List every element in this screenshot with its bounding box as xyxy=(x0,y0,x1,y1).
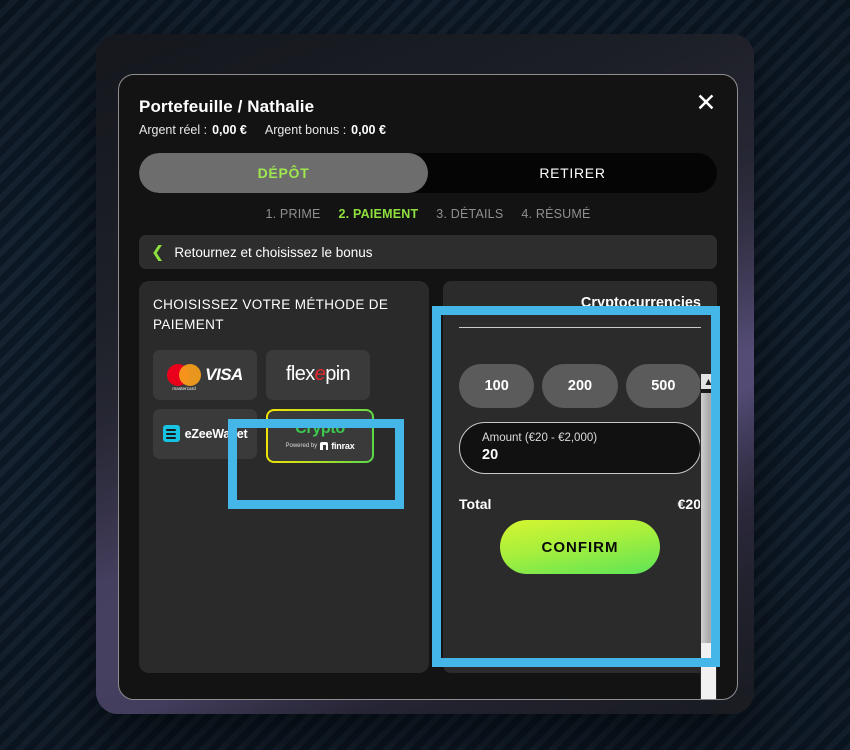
crypto-wordmark: Crypto xyxy=(295,420,345,437)
back-to-bonus-bar[interactable]: ❮ Retournez et choisissez le bonus xyxy=(139,235,717,269)
balance-real-value: 0,00 € xyxy=(212,123,247,137)
payment-method-flexepin[interactable]: flexepin xyxy=(266,349,370,400)
amount-input[interactable]: Amount (€20 - €2,000) 20 xyxy=(459,422,701,474)
balance-real: Argent réel : 0,00 € xyxy=(139,121,247,139)
amount-input-value: 20 xyxy=(482,447,499,464)
balance-bonus: Argent bonus : 0,00 € xyxy=(265,121,386,139)
step-summary[interactable]: 4. RÉSUMÉ xyxy=(521,207,590,221)
scrollbar-up-button[interactable]: ▲ xyxy=(701,374,716,389)
preset-amount-group: 100 200 500 xyxy=(459,364,701,408)
scrollbar-thumb[interactable] xyxy=(701,393,716,643)
tab-withdraw[interactable]: RETIRER xyxy=(428,153,717,193)
flexepin-part1: flex xyxy=(285,363,315,385)
flexepin-logo: flexepin xyxy=(285,363,351,386)
panel-divider xyxy=(459,327,701,328)
scrollbar-track[interactable] xyxy=(701,389,716,699)
total-row: Total €20 xyxy=(459,496,701,512)
total-label: Total xyxy=(459,496,492,512)
flexepin-part2: pin xyxy=(325,363,351,385)
total-value: €20 xyxy=(677,496,701,512)
preset-amount-500[interactable]: 500 xyxy=(625,364,701,408)
payment-content: CHOISISSEZ VOTRE MÉTHODE DE PAIEMENT mas… xyxy=(139,281,717,673)
confirm-button[interactable]: CONFIRM xyxy=(500,520,660,574)
scrollbar-thumb-lower[interactable] xyxy=(701,643,716,699)
payment-methods-heading: CHOISISSEZ VOTRE MÉTHODE DE PAIEMENT xyxy=(153,297,389,333)
amount-input-label: Amount (€20 - €2,000) xyxy=(482,432,598,445)
crypto-panel-title: Cryptocurrencies xyxy=(580,295,701,311)
balance-row: Argent réel : 0,00 € Argent bonus : 0,00 € xyxy=(139,121,717,139)
finrax-wordmark: finrax xyxy=(331,441,355,451)
ezeewallet-wordmark: eZeeWallet xyxy=(184,426,248,441)
payment-method-crypto[interactable]: Crypto Powered by finrax xyxy=(268,410,372,461)
step-bonus[interactable]: 1. PRIME xyxy=(265,207,320,221)
mastercard-icon: mastercard xyxy=(167,363,202,391)
wallet-modal: ✕ Portefeuille / Nathalie Argent réel : 0… xyxy=(118,74,738,700)
step-details[interactable]: 3. DÉTAILS xyxy=(436,207,503,221)
chevron-left-icon: ❮ xyxy=(151,242,165,261)
finrax-icon xyxy=(320,442,329,450)
back-to-bonus-label: Retournez et choisissez le bonus xyxy=(174,244,373,260)
close-icon[interactable]: ✕ xyxy=(691,89,721,119)
step-payment[interactable]: 2. PAIEMENT xyxy=(339,207,419,221)
mastercard-wordmark: mastercard xyxy=(172,385,196,391)
visa-wordmark: VISA xyxy=(205,364,243,384)
tab-deposit[interactable]: DÉPÔT xyxy=(139,153,428,193)
crypto-deposit-panel: Cryptocurrencies 100 200 500 Amount (€20… xyxy=(443,281,717,673)
payment-method-ezeewallet[interactable]: eZeeWallet xyxy=(153,408,257,459)
payment-method-grid: mastercard VISA flexepin eZeeWallet Cryp… xyxy=(153,349,415,463)
panel-scrollbar[interactable]: ▲ ▼ xyxy=(700,373,717,699)
crypto-powered-by-label: Powered by xyxy=(285,443,318,449)
wallet-tabs: DÉPÔT RETIRER xyxy=(139,153,717,193)
payment-method-crypto-selected-border: Crypto Powered by finrax xyxy=(266,408,374,463)
payment-methods-panel: CHOISISSEZ VOTRE MÉTHODE DE PAIEMENT mas… xyxy=(139,281,429,673)
page-title: Portefeuille / Nathalie xyxy=(139,97,315,116)
flexepin-accent: e xyxy=(314,363,326,385)
balance-real-label: Argent réel : xyxy=(139,123,208,137)
preset-amount-200[interactable]: 200 xyxy=(542,364,618,408)
preset-amount-100[interactable]: 100 xyxy=(459,364,535,408)
payment-method-mastercard-visa[interactable]: mastercard VISA xyxy=(153,349,257,400)
step-indicator: 1. PRIME 2. PAIEMENT 3. DÉTAILS 4. RÉSUM… xyxy=(139,207,717,221)
balance-bonus-value: 0,00 € xyxy=(351,123,386,137)
balance-bonus-label: Argent bonus : xyxy=(264,123,347,137)
ezeewallet-icon xyxy=(162,425,180,442)
